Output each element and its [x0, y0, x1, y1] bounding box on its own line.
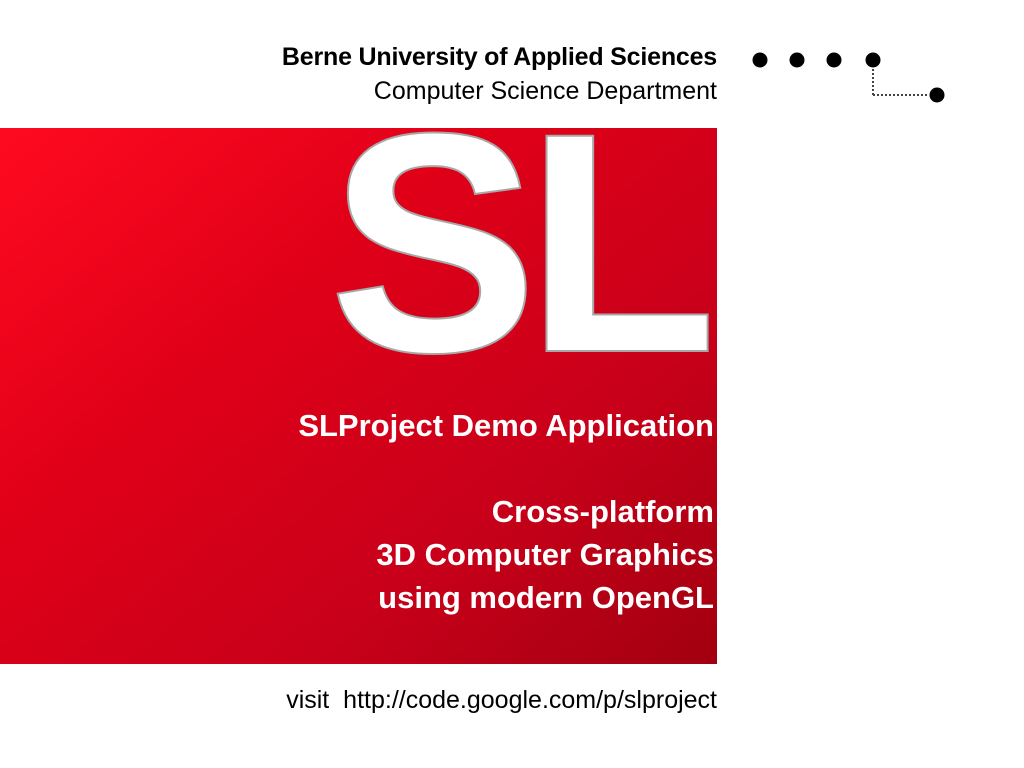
red-banner: SL SLProject Demo Application Cross-plat…	[0, 128, 717, 664]
footer-visit: visit http://code.google.com/p/slproject	[286, 686, 717, 715]
app-title: SLProject Demo Application	[298, 408, 714, 443]
header: Berne University of Applied Sciences Com…	[282, 40, 717, 108]
department-name: Computer Science Department	[373, 77, 717, 105]
sl-logo-mark: SL	[328, 128, 717, 358]
visit-label: visit	[286, 686, 330, 714]
bfh-dots-logo-icon	[752, 52, 945, 103]
project-url: http://code.google.com/p/slproject	[343, 686, 717, 714]
tagline-line-3: using modern OpenGL	[378, 580, 714, 615]
tagline-line-2: 3D Computer Graphics	[376, 537, 714, 572]
university-name: Berne University of Applied Sciences	[281, 43, 717, 71]
splash-screen: Berne University of Applied Sciences Com…	[0, 0, 1024, 768]
sl-logo-text: SL	[330, 128, 711, 358]
tagline-line-1: Cross-platform	[491, 494, 714, 529]
banner-text: SLProject Demo Application Cross-platfor…	[298, 404, 714, 619]
